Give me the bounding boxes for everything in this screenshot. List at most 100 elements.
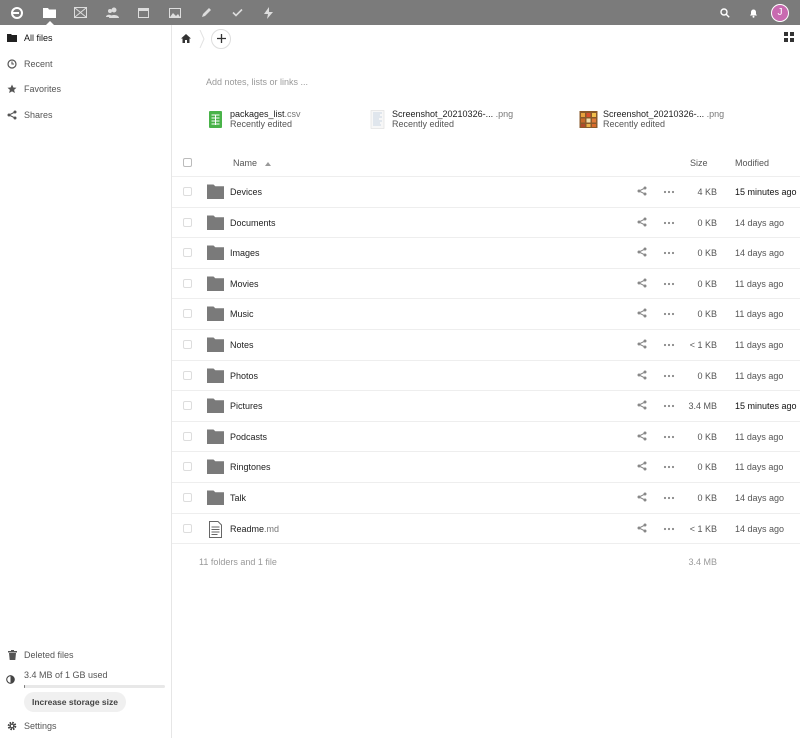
sidebar-item-favorites[interactable]: Favorites <box>0 77 171 103</box>
sidebar-item-all-files[interactable]: All files <box>0 26 171 52</box>
grid-view-toggle-icon[interactable] <box>784 32 794 44</box>
select-all-checkbox[interactable] <box>183 158 192 167</box>
check-icon[interactable] <box>222 0 253 25</box>
table-row[interactable]: Movies 0 KB 11 days ago <box>172 269 800 300</box>
search-icon[interactable] <box>710 0 739 25</box>
share-icon[interactable] <box>637 400 649 412</box>
file-name[interactable]: Documents <box>230 218 276 228</box>
file-name[interactable]: Talk <box>230 493 246 503</box>
folder-icon <box>6 32 18 44</box>
share-icon[interactable] <box>637 217 649 229</box>
file-name[interactable]: Readme.md <box>230 524 279 534</box>
table-row[interactable]: Notes < 1 KB 11 days ago <box>172 330 800 361</box>
calendar-icon[interactable] <box>128 0 159 25</box>
share-icon[interactable] <box>637 461 649 473</box>
activity-icon[interactable] <box>253 0 284 25</box>
pencil-icon[interactable] <box>190 0 221 25</box>
table-row[interactable]: Talk 0 KB 14 days ago <box>172 483 800 514</box>
photos-grid-icon[interactable] <box>65 0 96 25</box>
share-icon[interactable] <box>637 308 649 320</box>
column-name-header[interactable]: Name <box>233 158 271 168</box>
table-row[interactable]: Devices 4 KB 15 minutes ago <box>172 177 800 208</box>
more-actions-icon[interactable] <box>663 217 677 229</box>
file-modified: 14 days ago <box>735 492 785 503</box>
share-icon[interactable] <box>637 278 649 290</box>
recent-file-item[interactable]: Screenshot_20210326-... .png Recently ed… <box>579 109 724 129</box>
settings-button[interactable]: Settings <box>0 714 171 738</box>
file-name[interactable]: Movies <box>230 279 259 289</box>
share-icon[interactable] <box>637 492 649 504</box>
table-row[interactable]: Images 0 KB 14 days ago <box>172 238 800 269</box>
table-row[interactable]: Photos 0 KB 11 days ago <box>172 361 800 392</box>
more-actions-icon[interactable] <box>663 278 677 290</box>
row-checkbox[interactable] <box>183 431 192 441</box>
recent-file-item[interactable]: packages_list.csv Recently edited <box>206 109 301 129</box>
more-actions-icon[interactable] <box>663 339 677 351</box>
column-modified-header[interactable]: Modified <box>735 158 769 168</box>
file-name[interactable]: Pictures <box>230 401 263 411</box>
user-avatar[interactable]: J <box>771 3 789 22</box>
file-list-area: Add notes, lists or links ... packages_l… <box>172 25 800 738</box>
sidebar-item-deleted-files[interactable]: Deleted files <box>0 642 171 667</box>
new-file-button[interactable] <box>211 28 231 49</box>
files-app-icon[interactable] <box>34 0 65 25</box>
table-row[interactable]: Pictures 3.4 MB 15 minutes ago <box>172 391 800 422</box>
sidebar-item-shares[interactable]: Shares <box>0 102 171 128</box>
file-name[interactable]: Images <box>230 248 260 258</box>
file-size: 0 KB <box>697 492 717 503</box>
table-row[interactable]: Music 0 KB 11 days ago <box>172 299 800 330</box>
file-name[interactable]: Ringtones <box>230 462 271 472</box>
more-actions-icon[interactable] <box>663 370 677 382</box>
file-modified: 14 days ago <box>735 217 785 228</box>
share-icon[interactable] <box>637 186 649 198</box>
row-checkbox[interactable] <box>183 339 192 349</box>
more-actions-icon[interactable] <box>663 523 677 535</box>
nextcloud-logo-icon[interactable] <box>0 0 34 25</box>
image-icon[interactable] <box>159 0 190 25</box>
table-row[interactable]: Documents 0 KB 14 days ago <box>172 208 800 239</box>
file-name[interactable]: Devices <box>230 187 262 197</box>
more-actions-icon[interactable] <box>663 400 677 412</box>
table-row[interactable]: Readme.md < 1 KB 14 days ago <box>172 514 800 545</box>
quota-progress-fill <box>24 685 25 688</box>
file-name[interactable]: Music <box>230 309 254 319</box>
more-actions-icon[interactable] <box>663 431 677 443</box>
more-actions-icon[interactable] <box>663 308 677 320</box>
row-checkbox[interactable] <box>183 492 192 502</box>
share-icon[interactable] <box>637 523 649 535</box>
row-checkbox[interactable] <box>183 278 192 288</box>
file-name[interactable]: Podcasts <box>230 432 267 442</box>
file-size: 4 KB <box>697 187 717 197</box>
file-modified: 11 days ago <box>735 370 784 381</box>
row-checkbox[interactable] <box>183 401 192 411</box>
row-checkbox[interactable] <box>183 309 192 319</box>
row-checkbox[interactable] <box>183 462 192 472</box>
rich-workspace-input[interactable]: Add notes, lists or links ... <box>206 77 308 87</box>
row-checkbox[interactable] <box>183 187 192 196</box>
bell-icon[interactable] <box>739 0 768 25</box>
contacts-icon[interactable] <box>97 0 128 25</box>
more-actions-icon[interactable] <box>663 492 677 504</box>
more-actions-icon[interactable] <box>663 186 677 198</box>
more-actions-icon[interactable] <box>663 247 677 259</box>
more-actions-icon[interactable] <box>663 461 677 473</box>
column-size-header[interactable]: Size <box>690 158 708 168</box>
file-name[interactable]: Notes <box>230 340 254 350</box>
share-icon[interactable] <box>637 247 649 259</box>
share-icon[interactable] <box>637 370 649 382</box>
recent-file-item[interactable]: Screenshot_20210326-... .png Recently ed… <box>368 109 513 129</box>
row-checkbox[interactable] <box>183 248 192 258</box>
row-checkbox[interactable] <box>183 523 192 533</box>
file-size: 0 KB <box>697 431 717 442</box>
share-icon[interactable] <box>637 339 649 351</box>
increase-storage-button[interactable]: Increase storage size <box>24 692 126 712</box>
row-checkbox[interactable] <box>183 217 192 227</box>
sidebar-item-recent[interactable]: Recent <box>0 51 171 77</box>
file-name[interactable]: Photos <box>230 371 258 381</box>
folder-icon <box>207 368 224 383</box>
row-checkbox[interactable] <box>183 370 192 380</box>
table-row[interactable]: Ringtones 0 KB 11 days ago <box>172 452 800 483</box>
share-icon[interactable] <box>637 431 649 443</box>
home-icon[interactable] <box>179 32 193 46</box>
table-row[interactable]: Podcasts 0 KB 11 days ago <box>172 422 800 453</box>
